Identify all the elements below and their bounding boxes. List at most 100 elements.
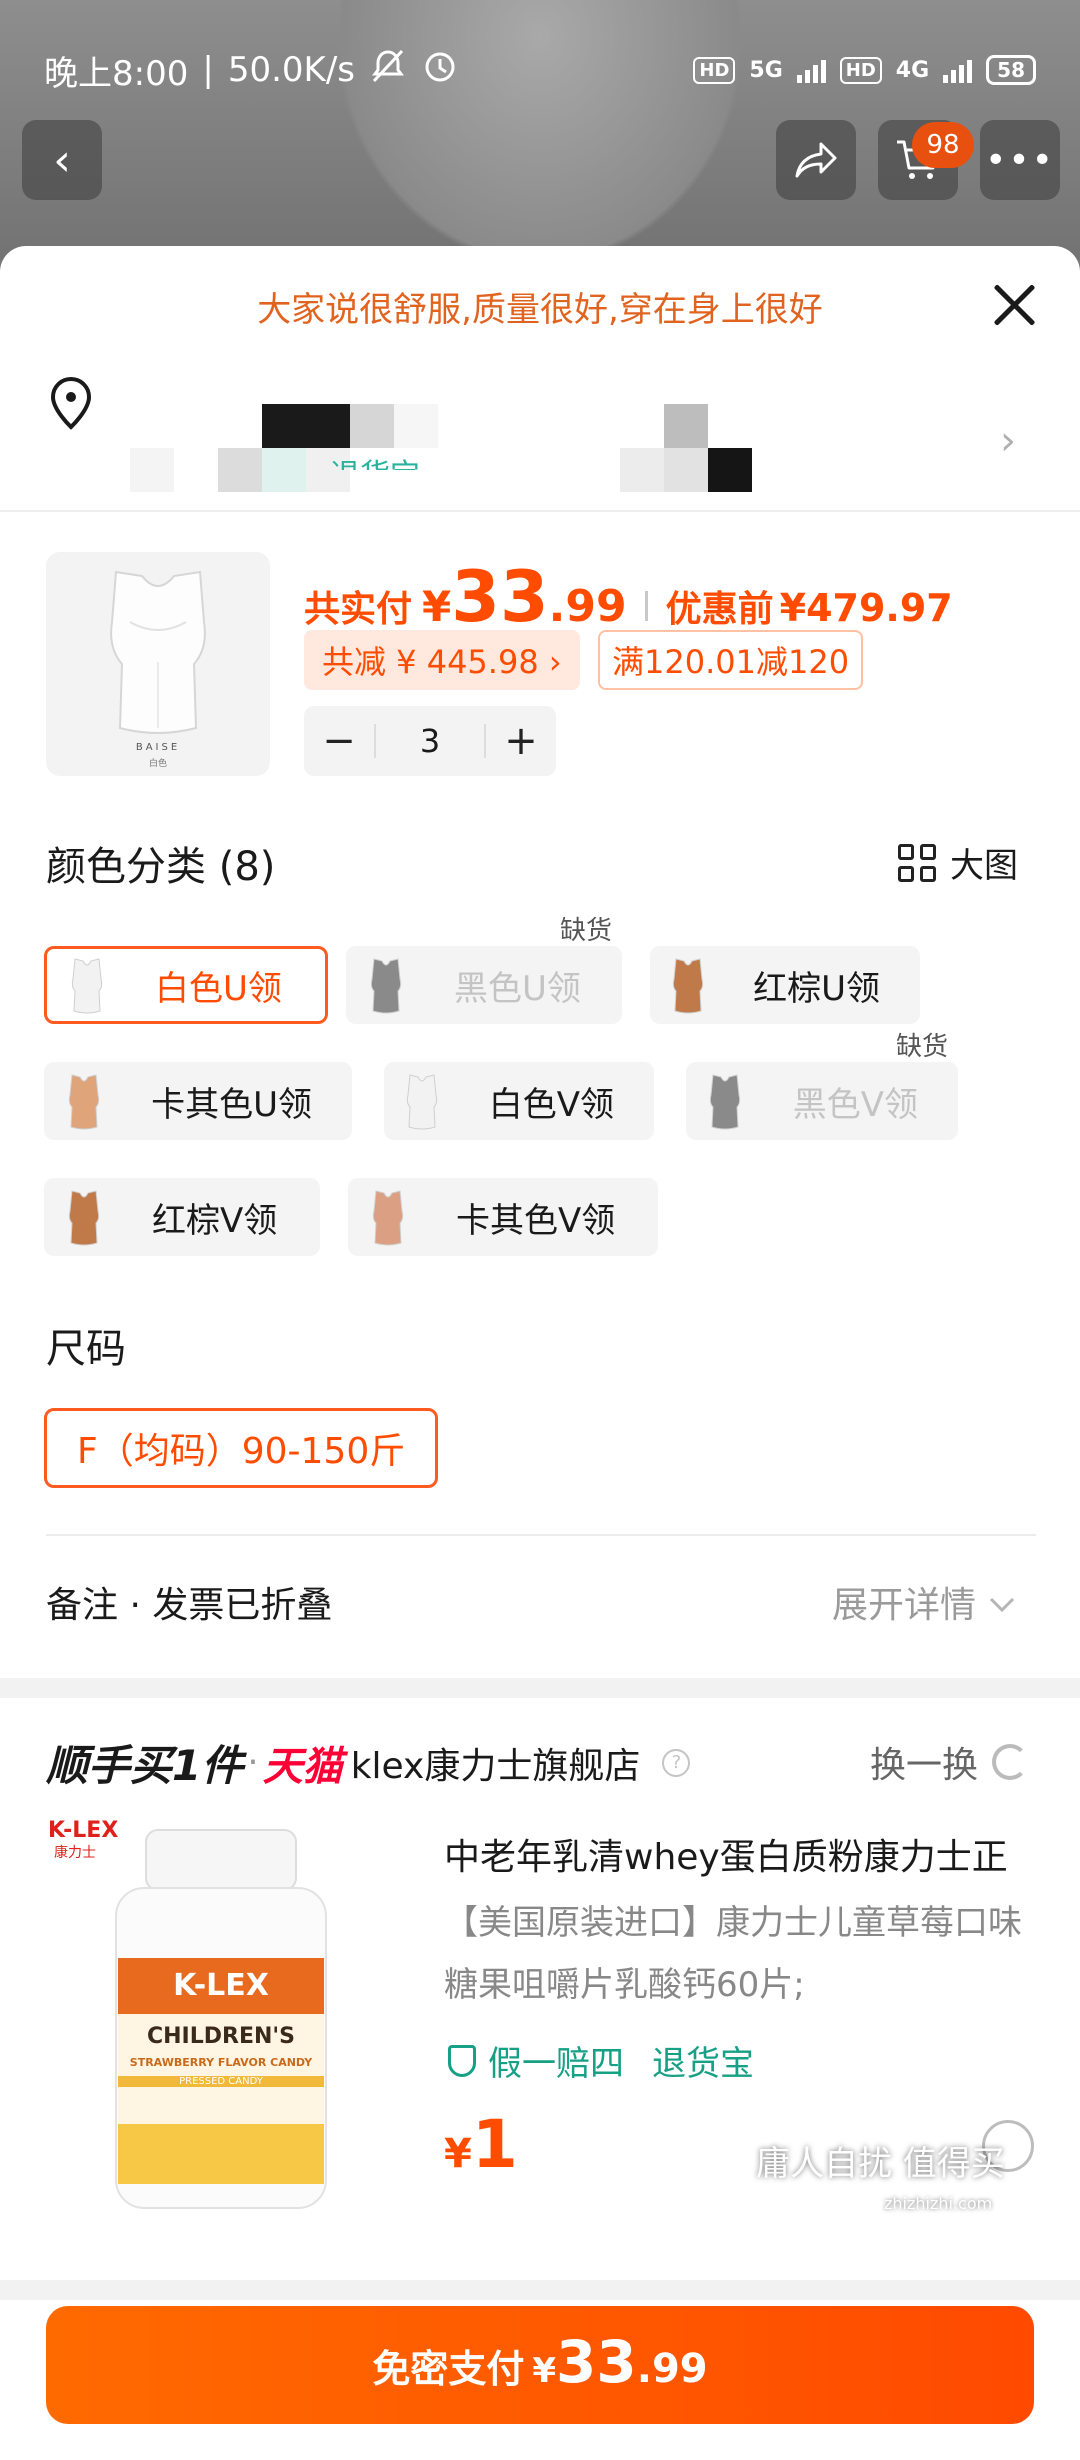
chevron-right-icon[interactable]: › xyxy=(1000,418,1016,464)
status-time: 晚上8:00 xyxy=(44,53,189,94)
mute-icon xyxy=(369,47,407,94)
pay-label: 共实付 xyxy=(304,589,413,630)
cart-badge: 98 xyxy=(912,122,974,168)
expand-label: 展开详情 xyxy=(832,1585,977,1626)
color-option[interactable]: 黑色U领 缺货 xyxy=(346,916,622,1024)
section-separator xyxy=(0,2280,1080,2300)
color-swatch-icon xyxy=(690,1065,761,1137)
chevron-down-icon xyxy=(988,1582,1016,1623)
color-option[interactable]: 卡其色U领 xyxy=(44,1062,352,1140)
big-picture-label: 大图 xyxy=(950,846,1018,886)
share-icon xyxy=(795,142,837,178)
address-tag: 退货宝 xyxy=(330,450,420,470)
guarantee-fake-compensation: 假一赔四 xyxy=(488,2044,624,2084)
addon-price: ¥ 1 xyxy=(444,2106,518,2183)
signal-icon xyxy=(796,57,826,83)
address-pixelated xyxy=(130,398,770,498)
location-pin-icon xyxy=(48,376,94,434)
color-option[interactable]: 红棕V领 xyxy=(44,1178,320,1256)
sku-bottom-sheet: 大家说很舒服,质量很好,穿在身上很好 退货宝 › BAISE 白色 共实付 ¥ xyxy=(0,246,1080,2460)
status-bar: 晚上8:00 | 50.0K/s HD 5G HD 4G 58 xyxy=(0,40,1080,100)
close-icon[interactable] xyxy=(990,280,1040,330)
addon-product-desc: 【美国原装进口】康力士儿童草莓口味糖果咀嚼片乳酸钙60片; xyxy=(444,1903,1022,2005)
color-swatch-icon xyxy=(350,949,422,1021)
divider xyxy=(46,1534,1036,1536)
color-swatch-icon xyxy=(352,1181,424,1253)
thumb-color: 白色 xyxy=(148,759,167,769)
out-of-stock-label: 缺货 xyxy=(559,916,612,946)
color-option[interactable]: 红棕U领 xyxy=(650,946,920,1024)
coupon-chip: 满120.01减120 xyxy=(598,630,864,690)
tmall-logo: 天猫 xyxy=(262,1743,343,1790)
alarm-icon xyxy=(421,47,459,94)
status-speed: 50.0K/s xyxy=(227,50,355,90)
bottle-line3: PRESSED CANDY xyxy=(118,2076,324,2087)
increase-button[interactable]: + xyxy=(486,718,556,764)
pre-discount-price: ¥479.97 xyxy=(779,586,953,630)
garment-preview xyxy=(340,0,740,260)
addon-product-image[interactable]: K-LEX 康力士 K-LEX CHILDREN'S STRAWBERRY FL… xyxy=(46,1818,426,2238)
pay-int: 33 xyxy=(451,556,549,638)
section-separator xyxy=(0,1678,1080,1698)
big-picture-toggle[interactable]: 大图 xyxy=(898,838,1018,887)
network-4g: 4G xyxy=(895,57,930,83)
back-button[interactable]: ‹ xyxy=(22,120,102,200)
divider xyxy=(0,510,1080,512)
swap-button[interactable]: 换一换 xyxy=(870,1736,1029,1788)
network-5g: 5G xyxy=(749,57,783,83)
color-option-label: 卡其色U领 xyxy=(151,1084,312,1125)
swap-label: 换一换 xyxy=(870,1745,979,1786)
pay-dec: .99 xyxy=(548,581,627,632)
color-swatch-icon xyxy=(48,1181,120,1253)
quantity-stepper: − 3 + xyxy=(304,706,556,776)
color-swatch-icon xyxy=(388,1065,457,1137)
help-icon[interactable]: ? xyxy=(662,1748,691,1777)
price-line: 共实付 ¥ 33 .99 优惠前 ¥479.97 xyxy=(304,556,953,638)
expand-details[interactable]: 展开详情 xyxy=(832,1576,1016,1628)
color-option-label: 红棕U领 xyxy=(753,968,880,1009)
signal-icon-2 xyxy=(943,57,973,83)
addon-heading: 顺手买1件 xyxy=(46,1741,244,1790)
watermark: 庸人自扰 值得买 xyxy=(756,2144,1005,2184)
pay-button[interactable]: 免密支付 ¥ 33 .99 xyxy=(46,2306,1034,2424)
promo-text: 大家说很舒服,质量很好,穿在身上很好 xyxy=(257,290,823,330)
size-section-title: 尺码 xyxy=(46,1326,126,1372)
share-button[interactable] xyxy=(776,120,856,200)
color-swatch-icon xyxy=(48,1065,119,1137)
discount-chip[interactable]: 共减 ¥ 445.98 › xyxy=(304,630,580,690)
color-swatch-icon xyxy=(654,949,721,1021)
brand-logo-cn: 康力士 xyxy=(54,1845,96,1861)
pay-yen: ¥ xyxy=(422,582,452,631)
store-name[interactable]: klex康力士旗舰店 xyxy=(351,1737,641,1789)
quantity-value[interactable]: 3 xyxy=(374,724,486,758)
color-option-label: 卡其色V领 xyxy=(456,1200,616,1241)
color-option-label: 黑色V领 xyxy=(792,1084,918,1125)
color-option[interactable]: 白色U领 xyxy=(44,946,328,1024)
color-option[interactable]: 白色V领 xyxy=(384,1062,654,1140)
remark-label[interactable]: 备注 · 发票已折叠 xyxy=(46,1576,332,1628)
watermark-url: zhizhizhi.com xyxy=(884,2194,993,2213)
color-option[interactable]: 卡其色V领 xyxy=(348,1178,658,1256)
brand-logo: K-LEX xyxy=(48,1818,119,1843)
color-option-label: 白色V领 xyxy=(488,1084,614,1125)
more-button[interactable]: ••• xyxy=(980,120,1060,200)
shield-icon xyxy=(448,2044,476,2077)
decrease-button[interactable]: − xyxy=(304,718,374,764)
pre-discount-label: 优惠前 xyxy=(665,589,774,630)
guarantee-return: 退货宝 xyxy=(652,2044,754,2084)
bottle-line2: STRAWBERRY FLAVOR CANDY xyxy=(129,2056,313,2069)
out-of-stock-label: 缺货 xyxy=(895,1032,948,1062)
more-icon: ••• xyxy=(985,139,1055,181)
color-option-label: 红棕V领 xyxy=(152,1200,278,1241)
color-option-label: 黑色U领 xyxy=(454,968,581,1009)
color-option[interactable]: 黑色V领 缺货 xyxy=(686,1032,958,1140)
addon-product-name[interactable]: 中老年乳清whey蛋白质粉康力士正 xyxy=(444,1828,1008,1880)
product-thumbnail[interactable]: BAISE 白色 xyxy=(46,552,270,776)
guarantee-row: 假一赔四 退货宝 xyxy=(448,2036,754,2085)
battery-icon: 58 xyxy=(986,55,1036,85)
size-option[interactable]: F（均码）90-150斤 xyxy=(44,1408,439,1488)
refresh-icon xyxy=(992,1744,1029,1780)
hd-icon-2: HD xyxy=(839,56,882,84)
color-section-title: 颜色分类 (8) xyxy=(46,844,276,890)
addon-title: 顺手买1件 · 天猫 klex康力士旗舰店 ? xyxy=(46,1732,691,1793)
